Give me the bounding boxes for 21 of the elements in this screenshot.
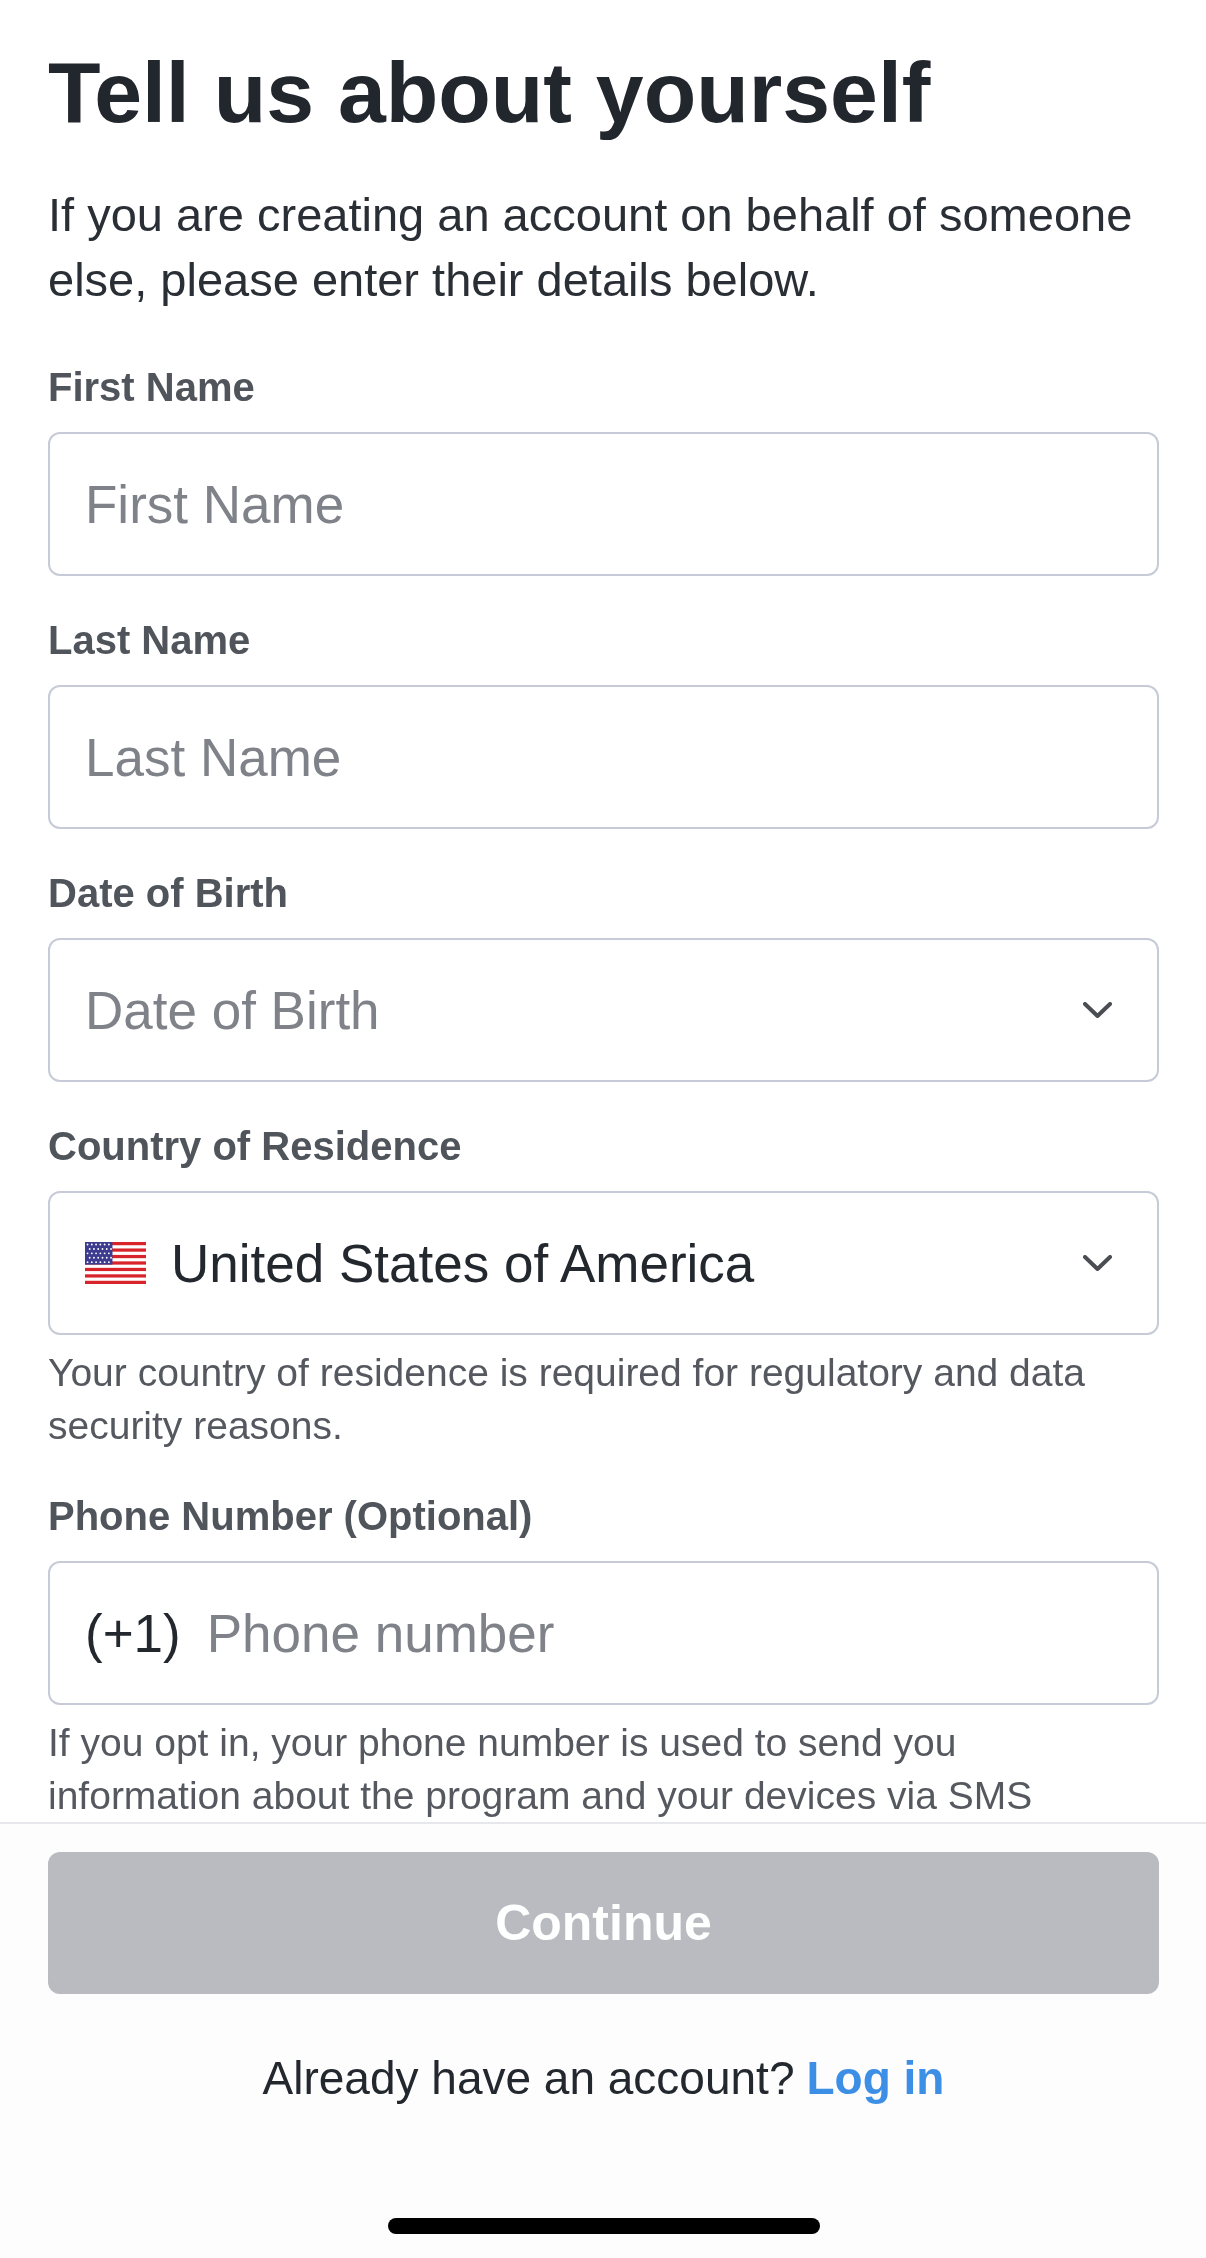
field-label: First Name: [48, 364, 256, 411]
field-label: Last Name: [48, 617, 252, 664]
country-dropdown[interactable]: United States of America: [48, 1191, 1159, 1335]
help-text: Your country of residence is required for regulatory and data security reasons.: [48, 1350, 1086, 1449]
text-field[interactable]: Last Name: [48, 685, 1159, 829]
page-title: Tell us about yourself: [48, 43, 932, 142]
field-label: Date of Birth: [48, 870, 289, 917]
phone-number-input[interactable]: Phone number: [206, 1602, 1127, 1664]
login-prompt-text: Already have an account?: [262, 2051, 795, 2106]
text-field[interactable]: First Name: [48, 432, 1159, 576]
intro-text: If you are creating an account on behalf of someone else, please enter their details below.: [48, 187, 1134, 308]
flag-icon: [85, 1242, 146, 1284]
chevron-down-icon: [1083, 1002, 1112, 1018]
field-label: Country of Residence: [48, 1123, 463, 1170]
country-code: (+1): [85, 1602, 181, 1664]
login-link[interactable]: Log in: [806, 2048, 945, 2108]
help-text: If you opt in, your phone number is used to send you information about the program and your devices via SMS: [48, 1720, 1034, 1819]
date-dropdown[interactable]: Date of Birth: [48, 938, 1159, 1082]
phone-field[interactable]: (+1) Phone number: [48, 1561, 1159, 1705]
field-label: Phone Number (Optional): [48, 1493, 534, 1540]
chevron-down-icon: [1083, 1255, 1112, 1271]
